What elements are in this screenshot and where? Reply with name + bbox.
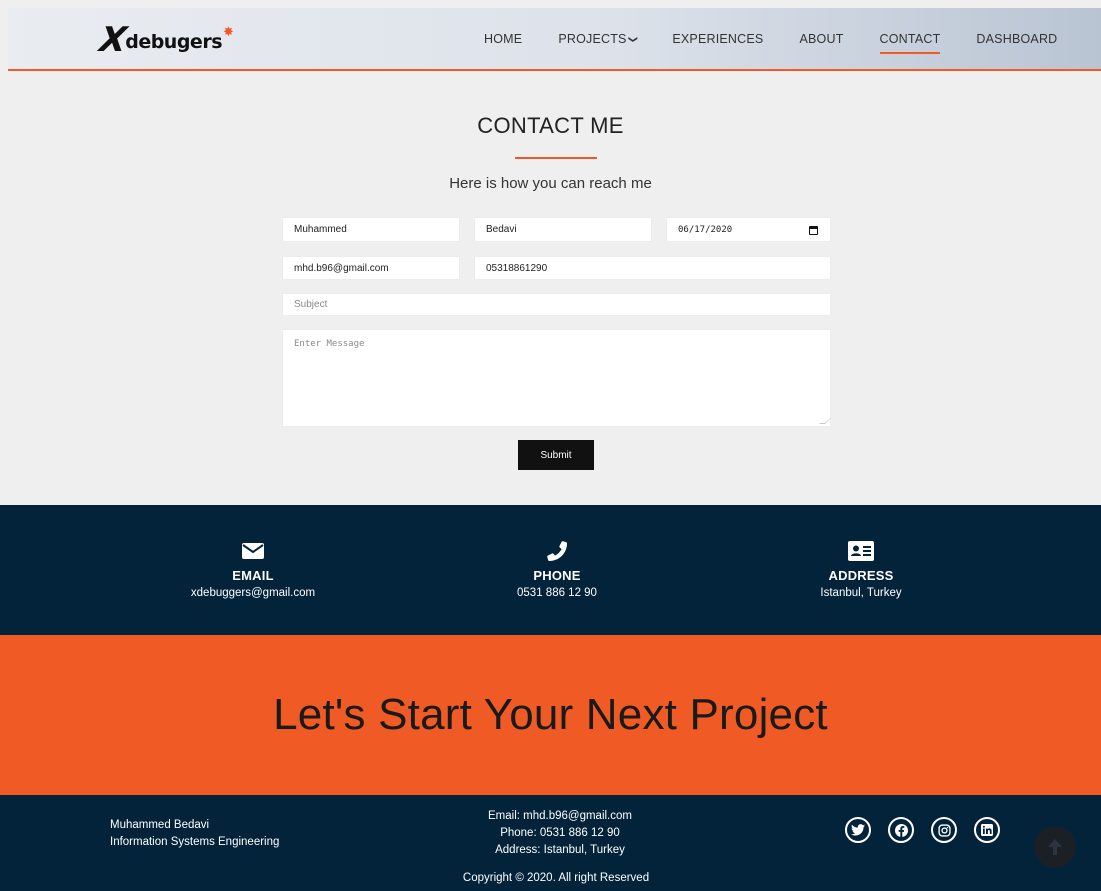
nav-dashboard[interactable]: DASHBOARD <box>976 32 1057 46</box>
info-address-value: Istanbul, Turkey <box>820 587 902 599</box>
resize-handle-icon[interactable] <box>819 418 831 424</box>
arrow-up-icon <box>1048 839 1062 855</box>
title-underline <box>515 157 597 159</box>
envelope-icon <box>133 539 373 563</box>
date-input[interactable]: 06/17/2020 <box>666 217 831 242</box>
message-placeholder: Enter Message <box>294 339 365 349</box>
info-email-value: xdebuggers@gmail.com <box>190 587 316 599</box>
facebook-icon[interactable] <box>888 817 914 843</box>
main-nav: HOME PROJECTS❯ EXPERIENCES ABOUT CONTACT… <box>484 32 1093 54</box>
cta-band: Let's Start Your Next Project <box>0 635 1101 795</box>
phone-icon <box>437 539 677 563</box>
info-address-label: ADDRESS <box>828 568 894 583</box>
logo-text: debugers <box>125 31 222 53</box>
nav-home[interactable]: HOME <box>484 32 522 46</box>
footer-address: Address: Istanbul, Turkey <box>495 844 625 856</box>
submit-button[interactable]: Submit <box>518 440 594 470</box>
calendar-icon[interactable] <box>809 226 818 235</box>
logo[interactable]: X debugers ✸ <box>97 20 234 60</box>
info-phone-value: 0531 886 12 90 <box>517 587 597 599</box>
page-title: CONTACT ME <box>477 113 624 138</box>
phone-input[interactable]: 05318861290 <box>474 256 831 280</box>
site-header: X debugers ✸ HOME PROJECTS❯ EXPERIENCES … <box>8 8 1101 71</box>
date-value: 06/17/2020 <box>678 224 733 235</box>
twitter-icon[interactable] <box>845 817 871 843</box>
nav-projects-label: PROJECTS <box>558 32 627 46</box>
cta-heading: Let's Start Your Next Project <box>273 690 828 739</box>
nav-projects[interactable]: PROJECTS❯ <box>558 32 638 46</box>
info-email-label: EMAIL <box>232 568 274 583</box>
back-to-top-button[interactable] <box>1034 826 1076 868</box>
nav-contact[interactable]: CONTACT <box>879 32 941 54</box>
social-links <box>845 817 1017 843</box>
nav-experiences[interactable]: EXPERIENCES <box>672 32 763 46</box>
address-card-icon <box>741 539 981 563</box>
copyright: Copyright © 2020. All right Reserved <box>462 872 650 884</box>
contact-info-band: EMAIL xdebuggers@gmail.com PHONE 0531 88… <box>0 505 1101 635</box>
instagram-icon[interactable] <box>931 817 957 843</box>
first-name-input[interactable]: Muhammed <box>282 217 460 242</box>
chevron-down-icon: ❯ <box>627 35 638 44</box>
subject-input[interactable]: Subject <box>282 293 831 316</box>
linkedin-icon[interactable] <box>974 817 1000 843</box>
message-textarea[interactable]: Enter Message <box>282 329 831 427</box>
site-footer: Muhammed Bedavi Information Systems Engi… <box>0 795 1101 891</box>
info-phone-label: PHONE <box>533 568 581 583</box>
logo-star-icon: ✸ <box>223 24 234 39</box>
info-email: EMAIL xdebuggers@gmail.com <box>133 539 373 599</box>
nav-about[interactable]: ABOUT <box>799 32 843 46</box>
info-address: ADDRESS Istanbul, Turkey <box>741 539 981 599</box>
info-phone: PHONE 0531 886 12 90 <box>437 539 677 599</box>
logo-x: X <box>97 20 128 60</box>
last-name-input[interactable]: Bedavi <box>474 217 652 242</box>
page-subtitle: Here is how you can reach me <box>449 175 652 192</box>
email-input[interactable]: mhd.b96@gmail.com <box>282 256 460 280</box>
